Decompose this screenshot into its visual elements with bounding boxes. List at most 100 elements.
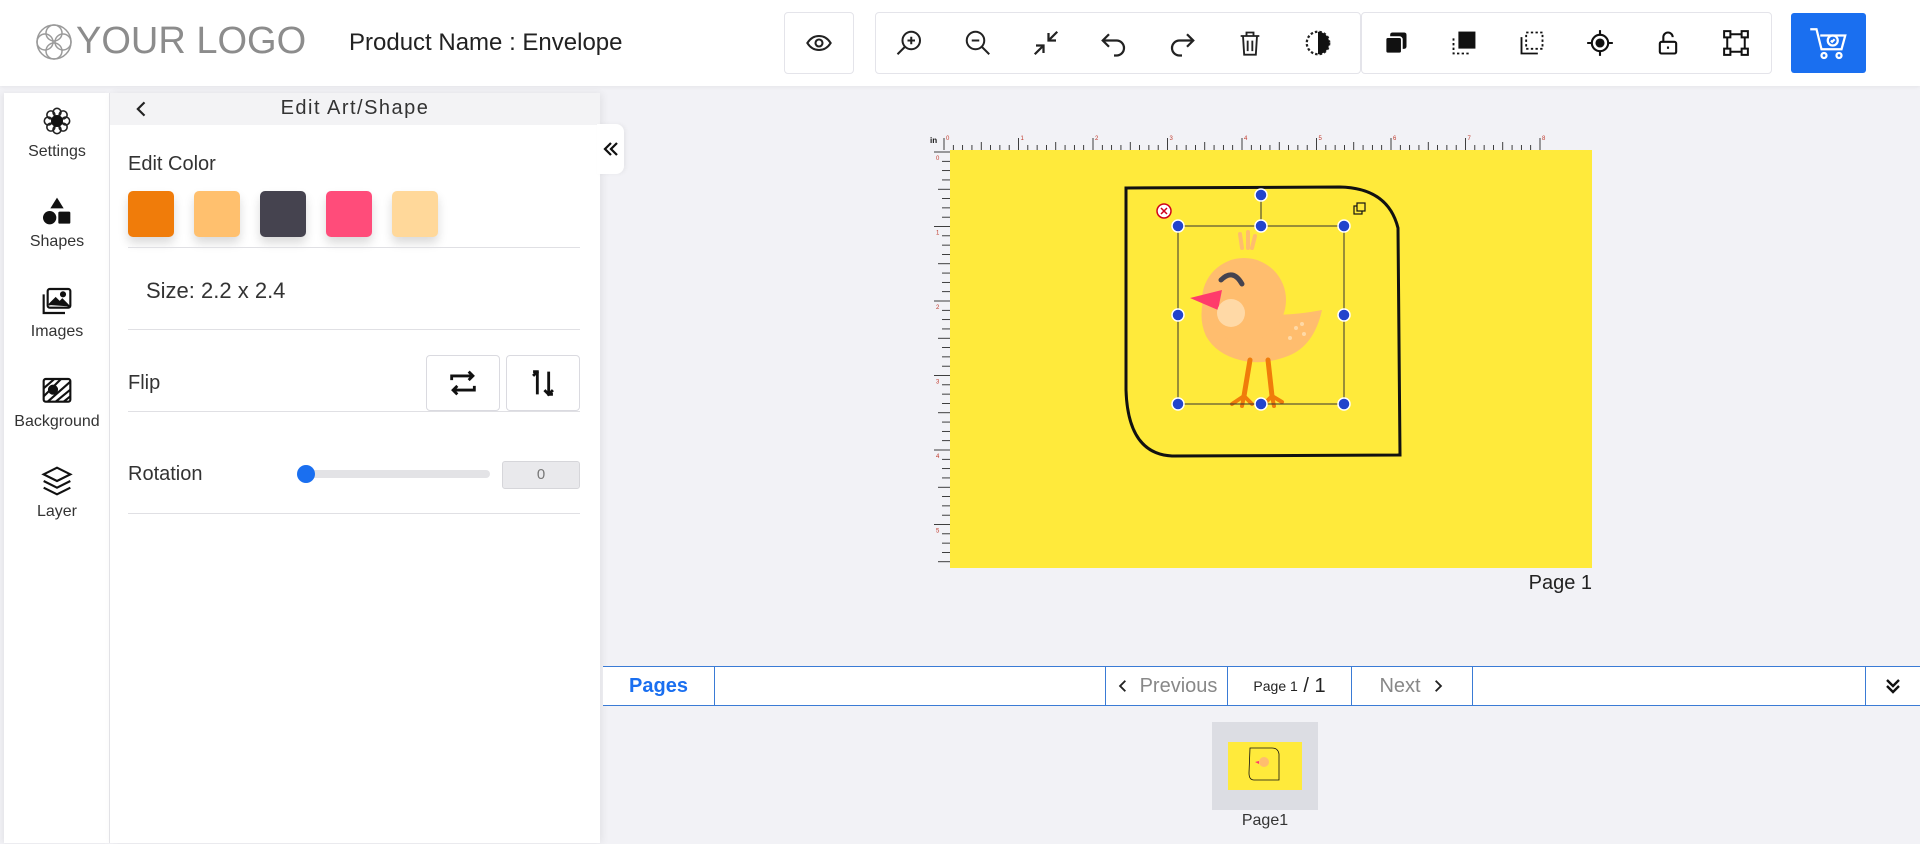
ruler-label: 6 xyxy=(1393,136,1397,142)
remove-object-icon xyxy=(1156,203,1172,219)
rotation-slider-thumb[interactable] xyxy=(297,465,315,483)
resize-handle xyxy=(1254,219,1268,233)
zoom-out-button[interactable] xyxy=(944,13,1012,73)
color-swatch-orange[interactable] xyxy=(128,191,174,237)
ruler-label: 5 xyxy=(936,529,940,535)
divider xyxy=(128,513,580,514)
ruler-label: 8 xyxy=(1542,136,1546,142)
page-separator: / xyxy=(1297,674,1315,697)
product-name: Product Name : Envelope xyxy=(349,29,623,56)
page-thumbnail[interactable] xyxy=(1212,722,1318,810)
ruler-label: 3 xyxy=(1170,136,1174,142)
cart-icon xyxy=(1809,28,1847,60)
current-page-label: Page 1 xyxy=(1253,678,1298,694)
redo-icon xyxy=(1170,33,1195,57)
undo-button[interactable] xyxy=(1080,13,1148,73)
layer-icon xyxy=(41,466,73,496)
contrast-button[interactable] xyxy=(1284,13,1352,73)
chevron-right-icon xyxy=(1434,680,1442,692)
edit-art-shape-panel: Edit Art/Shape Edit Color Size: 2.2 x 2.… xyxy=(110,93,600,843)
pages-bar: Pages Previous Page 1 / 1 Next xyxy=(603,666,1920,706)
select-area-button[interactable] xyxy=(1498,13,1566,73)
chevron-left-icon xyxy=(1118,680,1126,692)
sidebar-item-label: Images xyxy=(30,323,84,340)
ruler-label: 0 xyxy=(936,156,940,162)
contrast-icon xyxy=(1305,30,1331,56)
crop-box-button[interactable] xyxy=(1702,13,1770,73)
chick-artwork xyxy=(1190,230,1322,408)
resize-handle xyxy=(1337,397,1351,411)
size-text: Size: 2.2 x 2.4 xyxy=(146,278,286,303)
sidebar-item-layer[interactable]: Layer xyxy=(4,465,110,545)
logo-text: YOUR LOGO xyxy=(76,20,307,62)
color-swatch-peach[interactable] xyxy=(392,191,438,237)
sidebar-item-label: Shapes xyxy=(29,233,85,250)
edit-toolbar xyxy=(875,12,1361,74)
next-page-button[interactable]: Next xyxy=(1351,667,1473,705)
resize-handle xyxy=(1171,397,1185,411)
panel-header: Edit Art/Shape xyxy=(110,93,600,125)
color-swatch-light-orange[interactable] xyxy=(194,191,240,237)
thumbnail-preview xyxy=(1228,742,1302,790)
logo[interactable]: YOUR LOGO xyxy=(34,20,306,63)
resize-handle xyxy=(1254,397,1268,411)
resize-handle xyxy=(1171,219,1185,233)
ruler-label: 5 xyxy=(1319,136,1323,142)
previous-page-button[interactable]: Previous xyxy=(1105,667,1227,705)
pages-tab[interactable]: Pages xyxy=(603,667,715,705)
send-back-icon xyxy=(1452,31,1476,55)
color-swatch-pink[interactable] xyxy=(326,191,372,237)
unlock-icon xyxy=(1658,31,1678,55)
design-canvas[interactable] xyxy=(950,150,1592,568)
top-header: YOUR LOGO Product Name : Envelope xyxy=(0,0,1920,86)
sidebar-item-background[interactable]: Background xyxy=(4,375,110,455)
sidebar-item-label: Background xyxy=(14,413,100,430)
collapse-panel-button[interactable] xyxy=(597,124,624,174)
flip-label: Flip xyxy=(128,372,161,394)
flip-vertical-icon xyxy=(532,370,554,397)
preview-group xyxy=(784,12,854,74)
duplicate-object-icon xyxy=(1353,202,1366,215)
ruler-left: 0 1 2 3 4 5 xyxy=(934,151,950,563)
delete-button[interactable] xyxy=(1216,13,1284,73)
previous-label: Previous xyxy=(1139,674,1218,697)
shapes-icon xyxy=(43,197,71,225)
ruler-top: in 0 1 2 3 4 5 6 7 8 xyxy=(930,136,1546,150)
select-area-icon xyxy=(1520,31,1544,55)
cart-button[interactable] xyxy=(1791,13,1866,73)
flip-horizontal-icon xyxy=(450,370,476,396)
page-indicator: Page 1 / 1 xyxy=(1227,667,1351,705)
divider xyxy=(128,247,580,248)
center-target-button[interactable] xyxy=(1566,13,1634,73)
rotation-slider-track[interactable] xyxy=(300,470,490,478)
sidebar-item-images[interactable]: Images xyxy=(4,285,110,365)
bring-front-button[interactable] xyxy=(1362,13,1430,73)
unlock-button[interactable] xyxy=(1634,13,1702,73)
thumbnail-label: Page1 xyxy=(1241,812,1289,829)
zoom-in-button[interactable] xyxy=(876,13,944,73)
crop-box-icon xyxy=(1723,30,1749,56)
redo-button[interactable] xyxy=(1148,13,1216,73)
ruler-label: 4 xyxy=(1244,136,1248,142)
flip-vertical-button[interactable] xyxy=(506,355,580,411)
ruler-label: 0 xyxy=(946,136,950,142)
collapse-pages-button[interactable] xyxy=(1865,667,1920,705)
fit-to-screen-button[interactable] xyxy=(1012,13,1080,73)
sidebar-item-shapes[interactable]: Shapes xyxy=(4,195,110,275)
color-swatch-dark-gray[interactable] xyxy=(260,191,306,237)
rotation-input[interactable]: 0 xyxy=(502,461,580,489)
zoom-out-icon xyxy=(965,30,990,55)
left-sidebar: Settings Shapes Images Background Layer xyxy=(4,93,110,843)
ruler-label: 3 xyxy=(936,380,940,386)
center-target-icon xyxy=(1587,30,1613,56)
fit-to-screen-icon xyxy=(1033,30,1059,56)
total-pages: 1 xyxy=(1314,674,1326,697)
flip-horizontal-button[interactable] xyxy=(426,355,500,411)
logo-flower-icon xyxy=(36,23,72,60)
delete-icon xyxy=(1240,31,1260,56)
send-back-button[interactable] xyxy=(1430,13,1498,73)
thumbnail-art xyxy=(1248,747,1280,781)
page-caption: Page 1 xyxy=(1528,572,1592,594)
preview-button[interactable] xyxy=(785,13,853,73)
sidebar-item-settings[interactable]: Settings xyxy=(4,105,110,185)
